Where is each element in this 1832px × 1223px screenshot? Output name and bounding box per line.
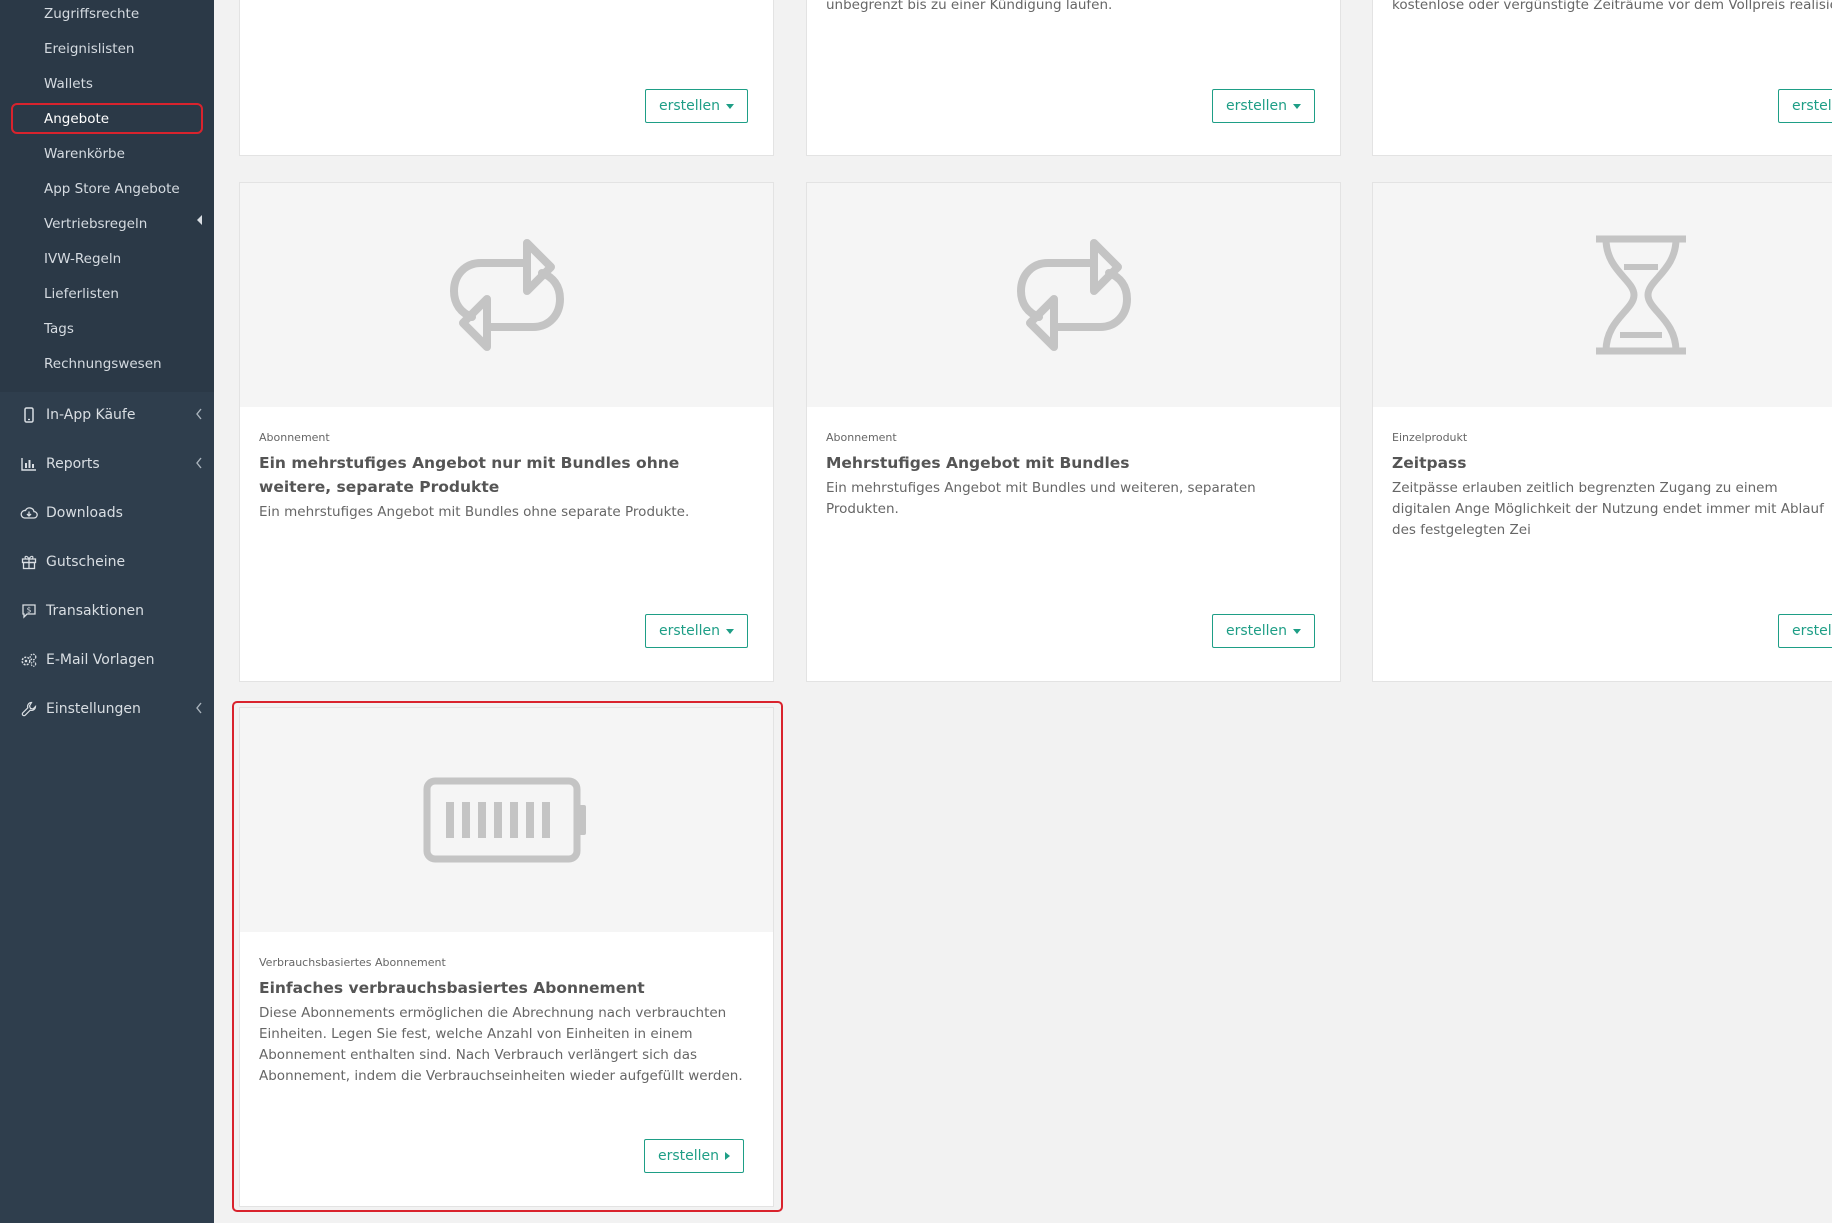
create-button[interactable]: erstellen [1212,614,1316,648]
sidebar-item-vertriebsregeln[interactable]: Vertriebsregeln [44,215,147,233]
nav-label: E-Mail Vorlagen [46,652,155,668]
create-button-label: erstellen [1226,98,1288,114]
nav-reports[interactable]: Reports [20,453,204,475]
card-title: Zeitpass [1392,454,1467,472]
caret-down-icon [726,628,735,634]
chevron-left-icon [196,702,202,714]
wrench-icon [20,700,38,718]
offer-card: kostenlose oder vergünstigte Zeiträume v… [1372,0,1832,156]
create-button[interactable]: erstellen [1212,89,1316,123]
card-category: Einzelprodukt [1392,431,1468,444]
sidebar-item-ereignislisten[interactable]: Ereignislisten [44,40,134,58]
nav-label: Einstellungen [46,701,141,717]
nav-einstellungen[interactable]: Einstellungen [20,698,204,720]
nav-downloads[interactable]: Downloads [20,502,204,524]
create-button-label: erstellen [1226,623,1288,639]
bar-chart-icon [20,455,38,473]
gift-icon [20,553,38,571]
card-media [807,183,1340,407]
card-category: Abonnement [259,431,330,444]
nav-email-vorlagen[interactable]: E-Mail Vorlagen [20,649,204,671]
hourglass-icon [1595,235,1686,355]
nav-label: Transaktionen [46,603,144,619]
card-description: Zeitpässe erlauben zeitlich begrenzten Z… [1392,480,1824,538]
nav-label: Gutscheine [46,554,126,570]
create-button[interactable]: erstell [1778,614,1832,648]
create-button-label: erstell [1792,98,1832,114]
create-button[interactable]: erstellen [645,614,749,648]
sidebar: Zugriffsrechte Ereignislisten Wallets An… [0,0,214,1223]
card-media [1373,183,1832,407]
sidebar-submenu: Zugriffsrechte Ereignislisten Wallets An… [0,0,214,392]
offer-card: Abonnement Mehrstufiges Angebot mit Bund… [806,182,1341,682]
caret-down-icon [726,103,735,109]
card-description: unbegrenzt bis zu einer Kündigung laufen… [826,0,1113,13]
sidebar-item-zugriffsrechte[interactable]: Zugriffsrechte [44,5,139,23]
nav-label: Downloads [46,505,123,521]
sidebar-item-lieferlisten[interactable]: Lieferlisten [44,285,119,303]
create-button[interactable]: erstell [1778,89,1832,123]
selection-highlight [232,701,783,1212]
nav-in-app-kaeufe[interactable]: In-App Käufe [20,404,204,426]
card-title: Mehrstufiges Angebot mit Bundles [826,454,1130,472]
create-button-label: erstellen [659,98,721,114]
create-button[interactable]: erstellen [645,89,749,123]
card-media [240,183,773,407]
nav-gutscheine[interactable]: Gutscheine [20,551,204,573]
cogs-icon [20,651,38,669]
nav-label: Reports [46,456,100,472]
caret-left-icon[interactable] [196,215,204,225]
card-description: Ein mehrstufiges Angebot mit Bundles ohn… [259,504,690,520]
sidebar-item-ivw-regeln[interactable]: IVW-Regeln [44,250,121,268]
repeat-icon [449,239,564,351]
sidebar-item-rechnungswesen[interactable]: Rechnungswesen [44,355,162,373]
sidebar-item-app-store-angebote[interactable]: App Store Angebote [44,180,180,198]
offer-card: erstellen [239,0,774,156]
chevron-left-icon [196,408,202,420]
sidebar-item-wallets[interactable]: Wallets [44,75,93,93]
sidebar-item-tags[interactable]: Tags [44,320,74,338]
nav-label: In-App Käufe [46,407,136,423]
offer-card: Abonnement Ein mehrstufiges Angebot nur … [239,182,774,682]
repeat-icon [1016,239,1131,351]
nav-transaktionen[interactable]: $ Transaktionen [20,600,204,622]
card-description: Ein mehrstufiges Angebot mit Bundles und… [826,480,1256,517]
dollar-message-icon: $ [20,602,38,620]
svg-text:$: $ [27,606,32,615]
cloud-download-icon [20,504,38,522]
caret-down-icon [1293,628,1302,634]
chevron-left-icon [196,457,202,469]
offer-card: Einzelprodukt Zeitpass Zeitpässe erlaube… [1372,182,1832,682]
create-button-label: erstell [1792,623,1832,639]
mobile-icon [20,406,38,424]
sidebar-item-angebote[interactable]: Angebote [44,110,109,128]
caret-down-icon [1293,103,1302,109]
card-category: Abonnement [826,431,897,444]
create-button-label: erstellen [659,623,721,639]
card-title: Ein mehrstufiges Angebot nur mit Bundles… [259,454,680,496]
offer-card: unbegrenzt bis zu einer Kündigung laufen… [806,0,1341,156]
card-description: kostenlose oder vergünstigte Zeiträume v… [1392,0,1832,13]
sidebar-item-warenkoerbe[interactable]: Warenkörbe [44,145,125,163]
